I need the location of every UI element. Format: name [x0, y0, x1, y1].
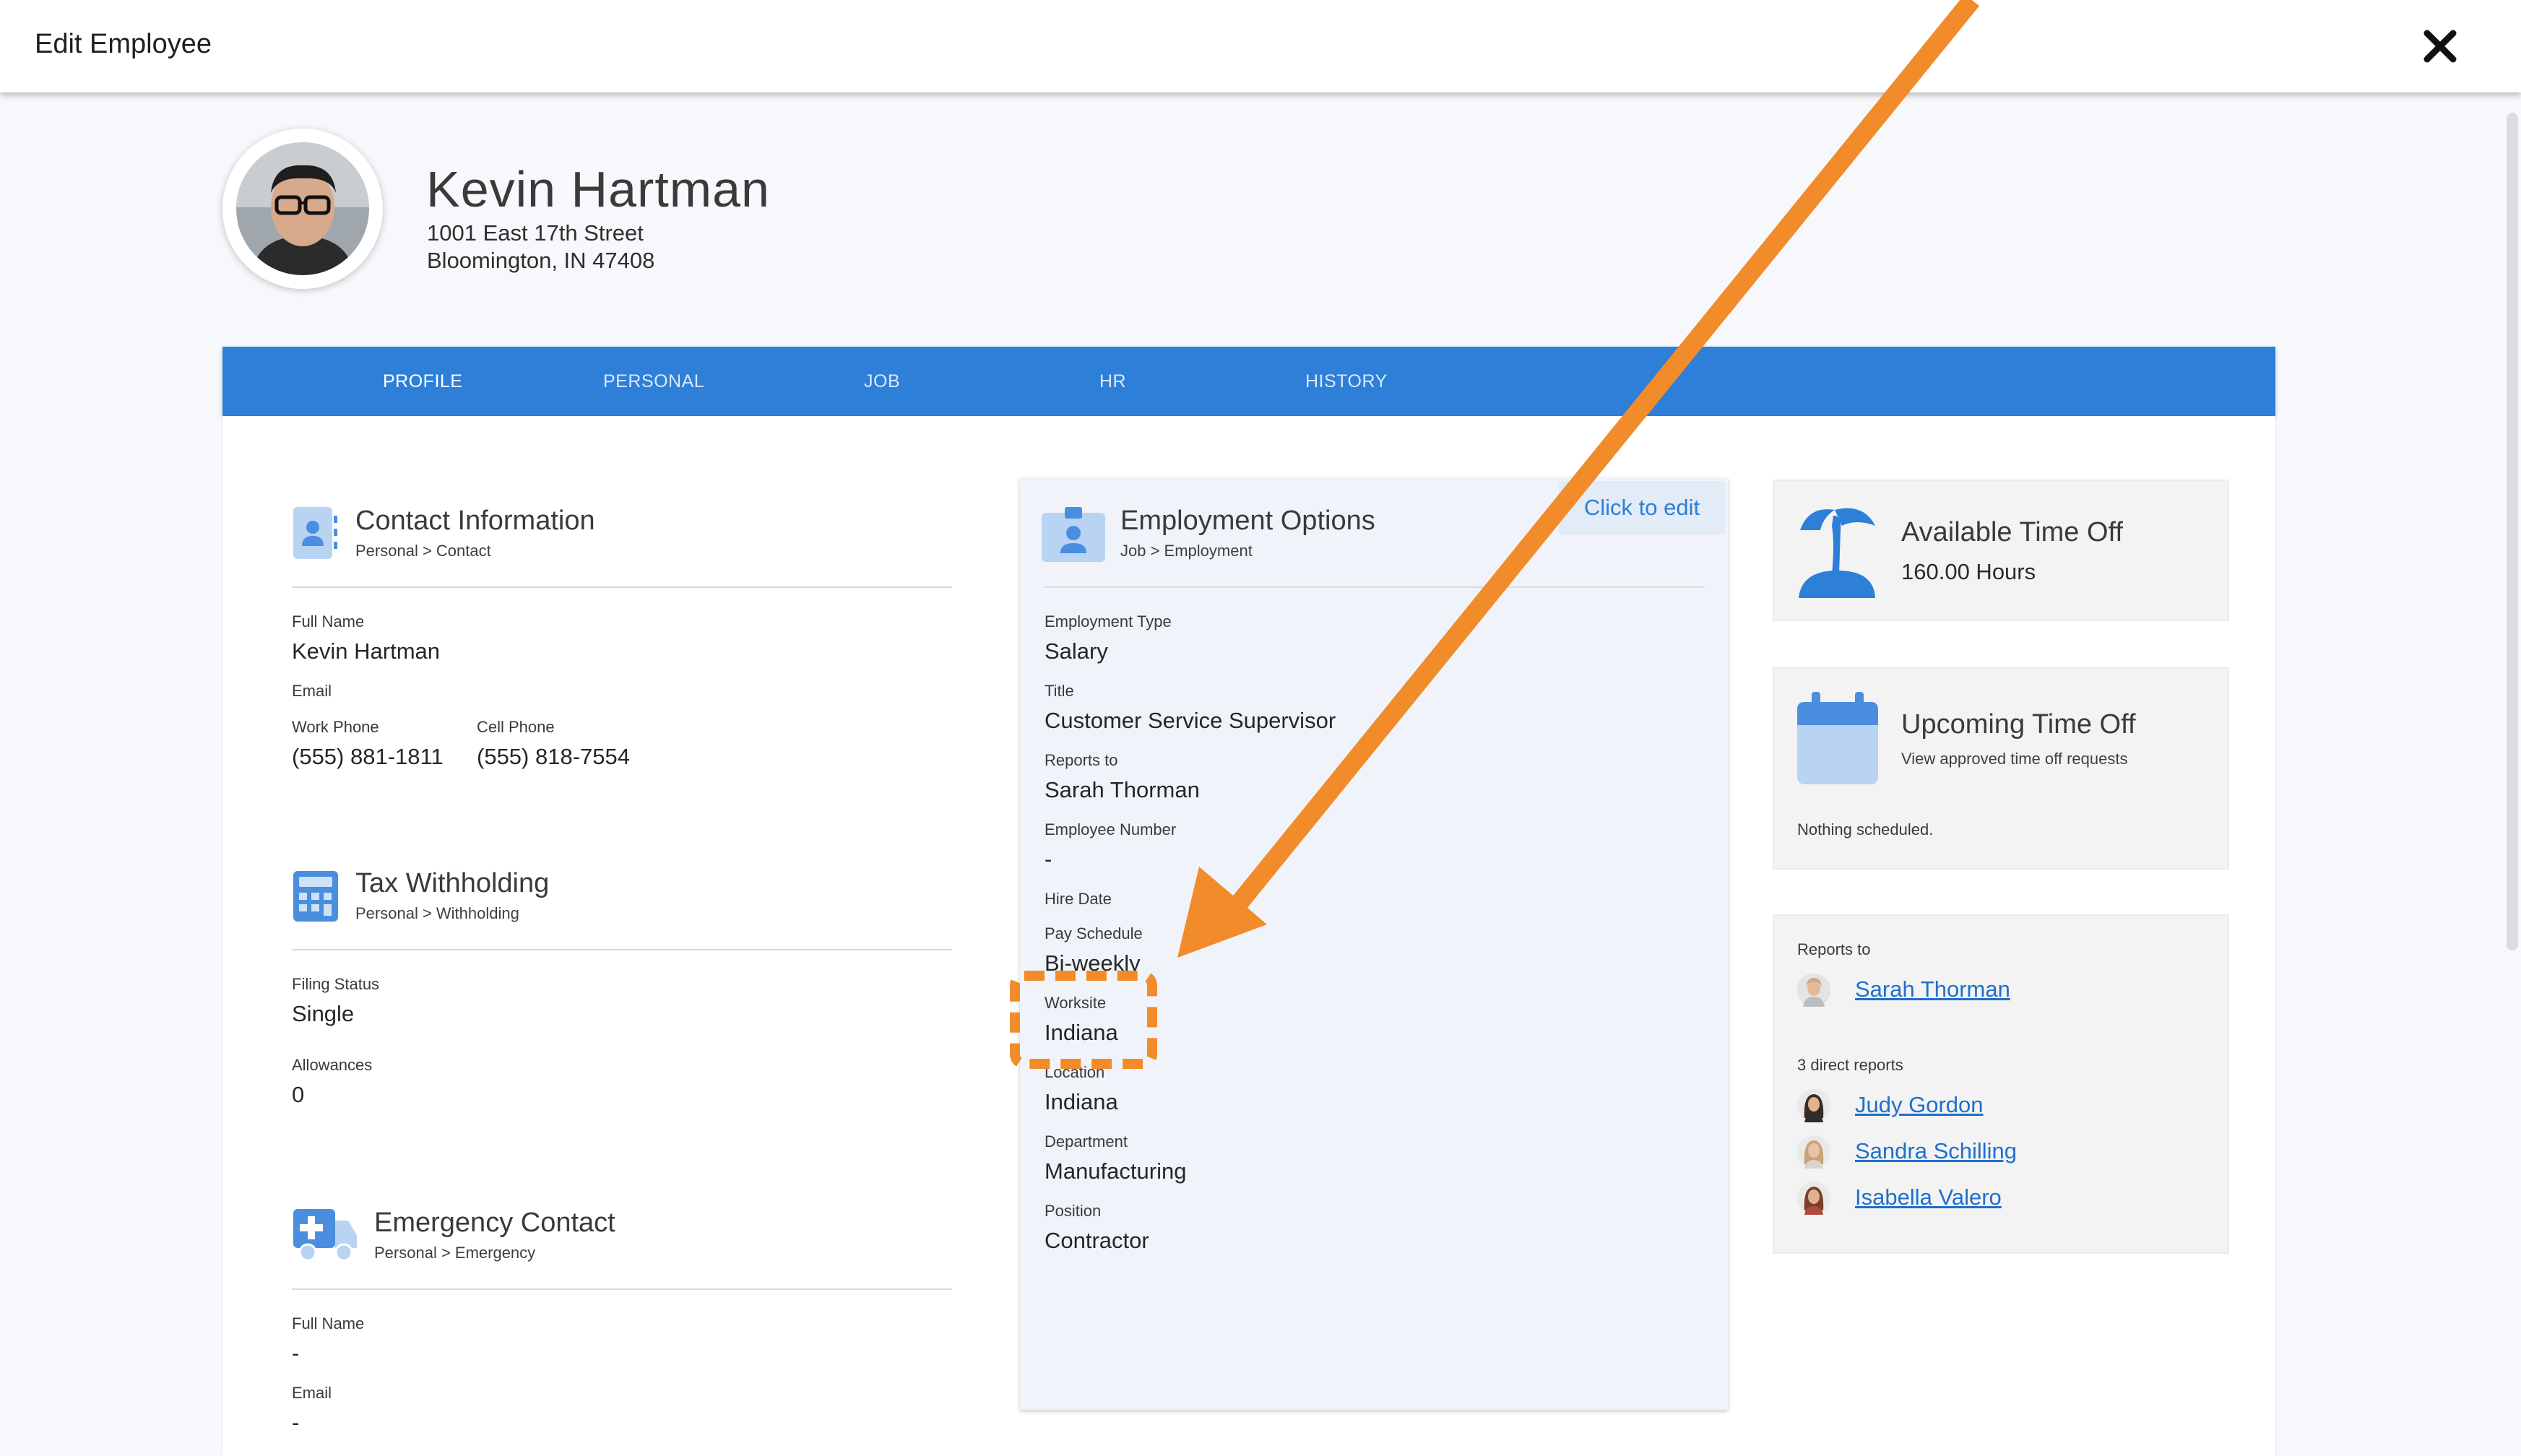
avatar [236, 142, 369, 275]
employee-address: 1001 East 17th Street Bloomington, IN 47… [427, 220, 654, 274]
department: Manufacturing [1045, 1158, 1187, 1184]
tab-job[interactable]: JOB [864, 371, 900, 392]
filing-status: Single [292, 1001, 355, 1026]
position: Contractor [1045, 1228, 1149, 1253]
tax-title: Tax Withholding [355, 868, 550, 898]
hire-date-label: Hire Date [1045, 890, 1112, 908]
calculator-icon [292, 870, 340, 927]
click-to-edit-button[interactable]: Click to edit [1559, 481, 1725, 534]
employee-number: - [1045, 846, 1052, 872]
employee-number-label: Employee Number [1045, 820, 1177, 838]
direct-report-avatar [1797, 1135, 1830, 1169]
pay-schedule-label: Pay Schedule [1045, 924, 1143, 942]
contact-title: Contact Information [355, 506, 595, 536]
available-time-off-title: Available Time Off [1901, 517, 2123, 547]
dialog-header [0, 0, 2521, 92]
cell-phone-label: Cell Phone [477, 718, 555, 736]
divider [292, 1288, 952, 1290]
work-phone: (555) 881-1811 [292, 744, 444, 769]
calendar-icon [1796, 690, 1880, 789]
direct-reports-heading: 3 direct reports [1797, 1056, 1903, 1074]
direct-report-avatar [1797, 1089, 1830, 1122]
location: Indiana [1045, 1089, 1118, 1114]
divider [1045, 586, 1705, 588]
emergency-email-label: Email [292, 1384, 332, 1402]
job-title: Customer Service Supervisor [1045, 708, 1336, 733]
reports-to: Sarah Thorman [1045, 777, 1200, 802]
allowances: 0 [292, 1082, 305, 1107]
available-time-off-hours: 160.00 Hours [1901, 559, 2036, 584]
tax-breadcrumb[interactable]: Personal > Withholding [355, 904, 519, 923]
emergency-full-name-label: Full Name [292, 1314, 365, 1332]
address-line-2: Bloomington, IN 47408 [427, 248, 655, 273]
cell-phone: (555) 818-7554 [477, 744, 630, 769]
address-line-1: 1001 East 17th Street [427, 220, 644, 246]
filing-status-label: Filing Status [292, 975, 380, 993]
emergency-breadcrumb[interactable]: Personal > Emergency [374, 1244, 535, 1262]
tab-profile[interactable]: PROFILE [383, 371, 462, 392]
tab-hr[interactable]: HR [1099, 371, 1126, 392]
direct-report-avatar [1797, 1182, 1830, 1215]
emergency-email: - [292, 1410, 300, 1435]
employee-name: Kevin Hartman [426, 161, 770, 217]
ambulance-icon [292, 1208, 358, 1266]
tab-personal[interactable]: PERSONAL [603, 371, 704, 392]
direct-report-link[interactable]: Isabella Valero [1855, 1184, 2002, 1210]
work-phone-label: Work Phone [292, 718, 379, 736]
reports-to-label: Reports to [1045, 751, 1118, 769]
contact-email-label: Email [292, 682, 332, 700]
title-label: Title [1045, 682, 1074, 700]
department-label: Department [1045, 1132, 1128, 1150]
tab-history[interactable]: HISTORY [1305, 371, 1388, 392]
manager-link[interactable]: Sarah Thorman [1855, 976, 2010, 1002]
emergency-title: Emergency Contact [374, 1208, 615, 1238]
upcoming-time-off-title: Upcoming Time Off [1901, 709, 2136, 740]
highlight-annotation [1010, 971, 1157, 1069]
upcoming-time-off-subtitle[interactable]: View approved time off requests [1901, 750, 2127, 768]
direct-report-link[interactable]: Judy Gordon [1855, 1092, 1984, 1118]
contact-full-name: Kevin Hartman [292, 638, 441, 664]
position-label: Position [1045, 1202, 1102, 1220]
scrollbar[interactable] [2507, 113, 2518, 950]
employment-title: Employment Options [1120, 506, 1375, 536]
manager-avatar [1797, 974, 1830, 1007]
tab-bar [222, 347, 2275, 416]
employment-type: Salary [1045, 638, 1108, 664]
divider [292, 949, 952, 950]
emergency-full-name: - [292, 1340, 300, 1366]
reports-to-heading: Reports to [1797, 940, 1871, 958]
allowances-label: Allowances [292, 1056, 373, 1074]
contact-full-name-label: Full Name [292, 612, 365, 630]
id-badge-icon [1040, 506, 1107, 567]
employment-breadcrumb[interactable]: Job > Employment [1120, 542, 1253, 560]
close-icon[interactable] [2418, 25, 2462, 68]
palm-tree-icon [1794, 501, 1880, 602]
contact-breadcrumb[interactable]: Personal > Contact [355, 542, 491, 560]
direct-report-link[interactable]: Sandra Schilling [1855, 1138, 2017, 1164]
nothing-scheduled-text: Nothing scheduled. [1797, 820, 1934, 838]
dialog-title: Edit Employee [35, 29, 212, 59]
divider [292, 586, 952, 588]
contact-card-icon [292, 506, 338, 564]
employment-type-label: Employment Type [1045, 612, 1172, 630]
